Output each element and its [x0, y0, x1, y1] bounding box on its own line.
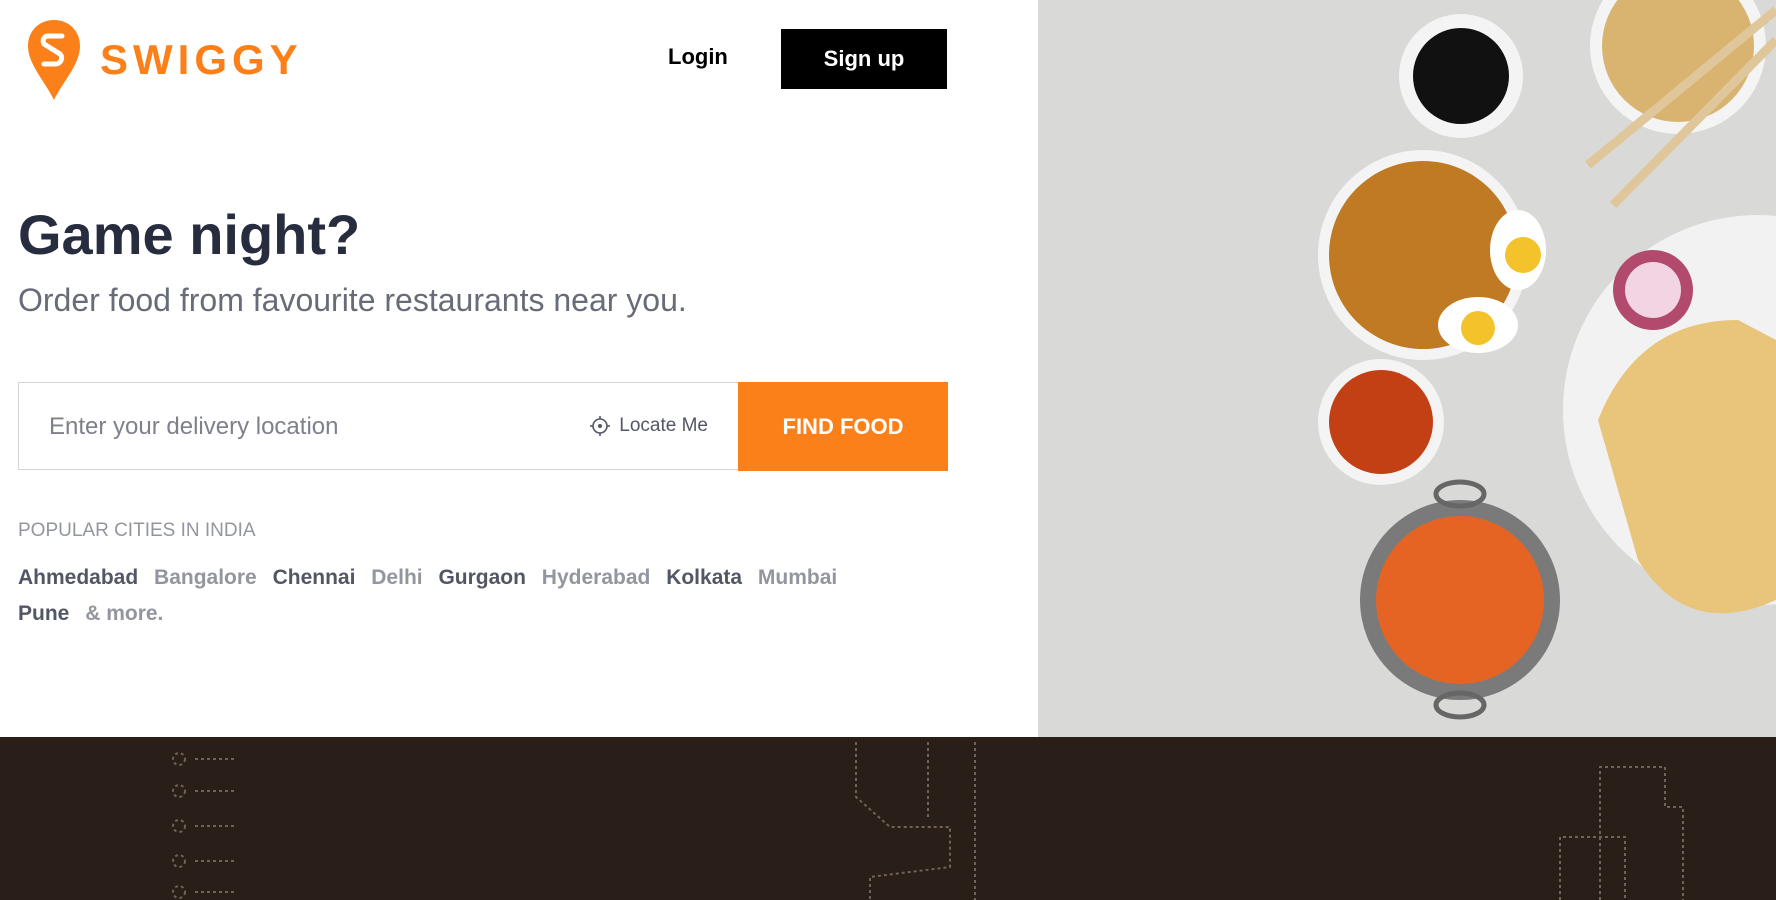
city-line-art [172, 742, 1684, 900]
find-food-button[interactable]: FIND FOOD [738, 382, 948, 471]
landing-left-panel: SWIGGY Login Sign up Game night? Order f… [0, 0, 1038, 737]
brand-name: SWIGGY [100, 36, 303, 83]
crosshair-icon [590, 416, 611, 436]
login-link[interactable]: Login [668, 44, 728, 70]
city-link-delhi[interactable]: Delhi [371, 566, 422, 589]
more-cities-link[interactable]: & more. [85, 602, 163, 625]
city-link-hyderabad[interactable]: Hyderabad [542, 566, 651, 589]
swiggy-pin-icon [28, 20, 80, 100]
city-link-chennai[interactable]: Chennai [273, 566, 356, 589]
swiggy-logo[interactable]: SWIGGY [26, 18, 303, 102]
page-subtitle: Order food from favourite restaurants ne… [18, 282, 687, 318]
city-link-ahmedabad[interactable]: Ahmedabad [18, 566, 138, 589]
page-title: Game night? [18, 203, 361, 266]
city-link-pune[interactable]: Pune [18, 602, 69, 625]
delivery-location-input[interactable] [47, 383, 551, 471]
food-hero-image [1038, 0, 1776, 737]
food-platter-illustration [1318, 0, 1776, 720]
footer-illustration-band [0, 737, 1776, 900]
location-search-box: Locate Me [18, 382, 738, 471]
city-link-mumbai[interactable]: Mumbai [758, 566, 837, 589]
popular-cities-heading: POPULAR CITIES IN INDIA [18, 520, 256, 541]
popular-cities-list: Ahmedabad Bangalore Chennai Delhi Gurgao… [18, 560, 878, 632]
city-link-kolkata[interactable]: Kolkata [666, 566, 742, 589]
city-link-bangalore[interactable]: Bangalore [154, 566, 257, 589]
locate-me-label: Locate Me [619, 415, 708, 436]
city-link-gurgaon[interactable]: Gurgaon [438, 566, 526, 589]
signup-button[interactable]: Sign up [781, 29, 947, 89]
locate-me-button[interactable]: Locate Me [589, 383, 708, 469]
